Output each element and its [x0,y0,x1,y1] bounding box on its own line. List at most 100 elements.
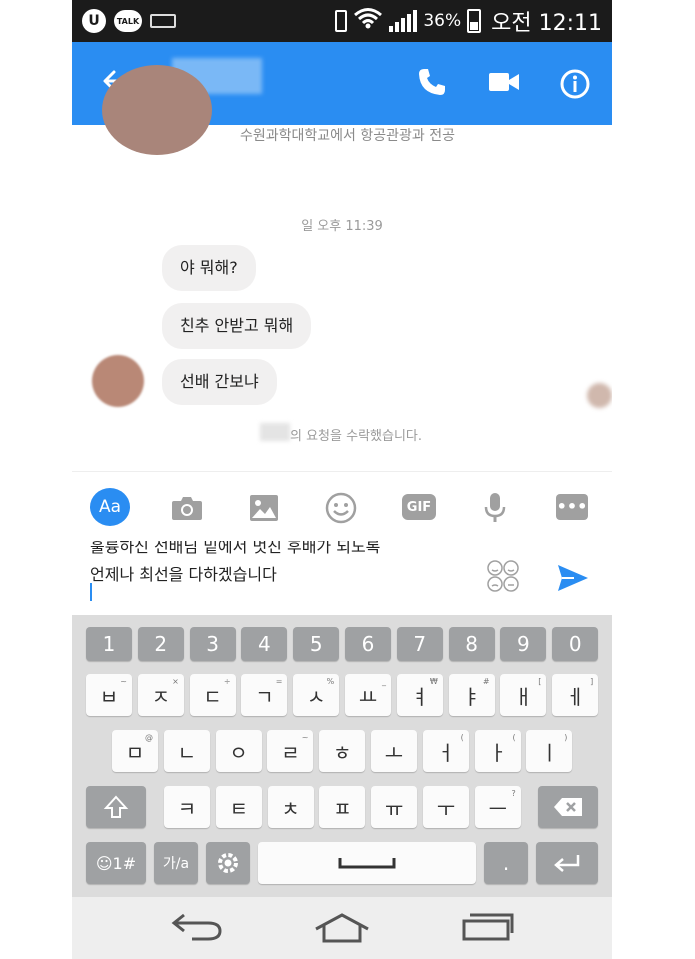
letter-key[interactable]: ㅊ [267,786,314,828]
backspace-key[interactable] [538,786,598,828]
letter-key[interactable]: ㅗ [371,730,417,772]
letter-key[interactable]: ㄱ = [241,674,288,716]
key-label: ㅡ [488,796,507,821]
gallery-icon[interactable] [244,488,284,528]
key-label: ㅗ [384,740,404,765]
recents-icon[interactable] [460,911,516,947]
letter-key[interactable]: ㅐ[ [500,674,547,716]
key-label: ㅔ [565,684,585,709]
key-label: ㅜ [436,796,456,821]
letter-key[interactable]: ㅏ( [474,730,521,772]
key-label: ㅁ [125,740,145,765]
message-bubble[interactable]: 친추 안받고 뭐해 [162,303,312,349]
shift-key[interactable] [86,786,146,828]
key-label: ㅊ [281,796,300,821]
number-key[interactable]: 7 [396,627,443,661]
letter-key[interactable]: ㅓ( [422,730,469,772]
wifi-icon [353,7,383,35]
message-input[interactable]: 훌륭하신 선배님 밑에서 멋진 후배가 되도록 언제나 최선을 다하겠습니다 [72,541,612,615]
letter-key[interactable]: ㄷ ÷ [189,674,236,716]
sticker-icon[interactable] [486,559,520,593]
key-secondary-label: ? [511,789,516,798]
key-label: ㄷ [203,684,222,709]
number-key[interactable]: 6 [345,627,391,661]
letter-key[interactable]: ㅑ # [448,674,495,716]
video-camera-icon[interactable] [488,70,520,98]
language-switch-key[interactable]: 가/a [154,842,198,884]
key-secondary-label: # [482,677,490,686]
sender-avatar[interactable] [92,355,144,407]
number-key[interactable]: 4 [241,627,288,661]
emoji-icon[interactable] [321,488,361,528]
key-label: ㅈ [151,684,170,709]
key-secondary-label: ] [590,677,594,686]
message-bubble[interactable]: 야 뭐해? [162,245,256,291]
keyboard-icon [150,14,176,28]
number-key[interactable]: 8 [448,627,495,661]
key-label: ㅛ [358,684,378,709]
key-label: ㅎ [332,740,352,765]
letter-key[interactable]: ㄹ ~ [267,730,314,772]
number-key[interactable]: 3 [189,627,236,661]
key-label: ㄹ [281,740,300,765]
home-icon[interactable] [312,911,372,949]
input-text-line[interactable]: 훌륭하신 선배님 밑에서 멋진 후배가 되도록 [90,541,380,557]
settings-gear-icon[interactable] [206,842,250,884]
navigation-bar [72,897,612,959]
letter-key[interactable]: ㅕ ₩ [396,674,443,716]
letter-key[interactable]: ㅠ [371,786,418,828]
number-key[interactable]: 5 [293,627,340,661]
key-secondary-label: = [275,677,283,686]
letter-key[interactable]: ㅍ [319,786,366,828]
info-icon[interactable] [559,68,591,104]
letter-key[interactable]: ㅛ _ [345,674,391,716]
key-secondary-label: @ [145,733,153,742]
letter-key[interactable]: ㄴ [163,730,210,772]
letter-key[interactable]: ㅇ [215,730,262,772]
letter-key[interactable]: ㅋ [164,786,210,828]
letter-key[interactable]: ㅡ? [474,786,521,828]
key-secondary-label: ÷ [223,677,231,686]
message-bubble[interactable]: 선배 간보냐 [162,359,277,405]
key-secondary-label: ( [512,733,516,742]
letter-key[interactable]: ㅜ [423,786,469,828]
key-label: ㅍ [333,796,352,821]
letter-key[interactable]: ㅈ × [137,674,184,716]
key-secondary-label: ~ [301,733,309,742]
gif-button[interactable]: GIF [402,494,436,520]
battery-icon [467,9,482,33]
text-format-button[interactable]: Aa [90,488,130,526]
camera-icon[interactable] [167,488,207,528]
number-key[interactable]: 1 [86,627,132,661]
clock: 오전 12:11 [491,11,602,36]
letter-key[interactable]: ㅔ] [552,674,599,716]
space-key[interactable] [258,842,476,884]
number-key[interactable]: 9 [500,627,547,661]
key-secondary-label: ( [460,733,464,742]
letter-key[interactable]: ㅎ [319,730,366,772]
enter-key[interactable] [536,842,598,884]
key-label: ㅂ [99,684,119,709]
letter-key[interactable]: ㅣ) [526,730,573,772]
emoji-number-key[interactable]: ☺1# [86,842,146,884]
read-receipt-avatar [587,383,612,408]
letter-key[interactable]: ㅂ ~ [86,674,132,716]
chat-area[interactable]: 수원과학대학교에서 항공관광과 전공 일 오후 11:39 야 뭐해? 친추 안… [72,65,612,471]
composer-toolbar: Aa GIF ••• [72,471,612,541]
phone-icon[interactable] [416,66,448,102]
number-key[interactable]: 0 [552,627,599,661]
more-options-button[interactable]: ••• [556,494,588,520]
input-text-line[interactable]: 언제나 최선을 다하겠습니다 [90,561,277,585]
microphone-icon[interactable] [475,488,515,528]
letter-key[interactable]: ㅁ @ [112,730,158,772]
key-label: ㅠ [384,796,404,821]
letter-key[interactable]: ㅅ% [293,674,340,716]
key-label: ㅇ [229,740,248,765]
number-key[interactable]: 2 [137,627,184,661]
accept-notice-text: 의 요청을 수락했습니다. [290,429,422,444]
letter-key[interactable]: ㅌ [215,786,262,828]
message-timestamp: 일 오후 11:39 [301,219,383,234]
period-key[interactable]: . [484,842,528,884]
send-icon[interactable] [556,563,590,593]
back-icon[interactable] [170,911,224,947]
